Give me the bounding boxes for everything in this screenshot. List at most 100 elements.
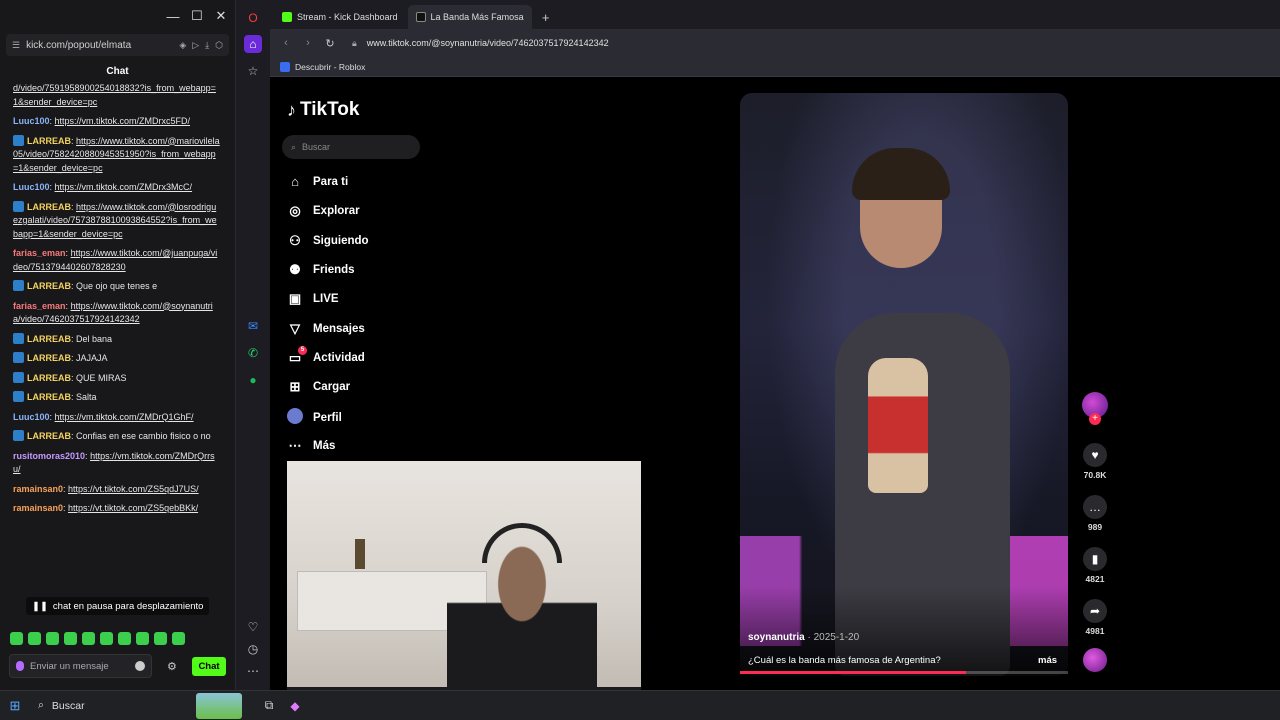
- sound-disc[interactable]: [1083, 648, 1107, 672]
- maximize-icon[interactable]: ☐: [185, 4, 209, 28]
- bookmark-icon[interactable]: ▮: [1083, 547, 1107, 571]
- nav-para-ti[interactable]: ⌂ Para ti: [287, 174, 348, 189]
- mic-icon[interactable]: [16, 661, 24, 671]
- chat-username[interactable]: LARREAB: [27, 202, 71, 212]
- chat-username[interactable]: Luuc100: [13, 116, 50, 126]
- video-progress-bar[interactable]: [740, 671, 1068, 674]
- video-author[interactable]: soynanutria: [748, 632, 805, 643]
- search-input[interactable]: ⌕ Buscar: [282, 135, 420, 159]
- chat-messages[interactable]: d/video/7591958900254018832?is_from_weba…: [0, 82, 228, 598]
- tab-kick-dashboard[interactable]: Stream - Kick Dashboard: [274, 5, 406, 29]
- search-highlight-image[interactable]: [196, 692, 242, 719]
- settings-gear-icon[interactable]: ⚙: [167, 660, 177, 673]
- nav-cargar[interactable]: ⊞ Cargar: [287, 379, 351, 395]
- chat-send-button[interactable]: Chat: [192, 657, 226, 676]
- nav-siguiendo[interactable]: ⚇ Siguiendo: [287, 233, 368, 249]
- bookmark-roblox[interactable]: Descubrir - Roblox: [295, 62, 365, 72]
- chat-username[interactable]: ramainsan0: [13, 503, 63, 513]
- whatsapp-icon[interactable]: ✆: [244, 344, 262, 362]
- lock-icon[interactable]: 🔒︎: [352, 38, 357, 49]
- chat-username[interactable]: Luuc100: [13, 182, 50, 192]
- address-bar[interactable]: www.tiktok.com/@soynanutria/video/746203…: [367, 38, 609, 48]
- nav-explorar[interactable]: ◎ Explorar: [287, 203, 359, 219]
- emote-icon[interactable]: [100, 632, 113, 645]
- nav-friends[interactable]: ⚉ Friends: [287, 262, 354, 278]
- spotify-icon[interactable]: ●: [244, 371, 262, 389]
- chat-username[interactable]: LARREAB: [27, 431, 71, 441]
- chat-link[interactable]: https://vt.tiktok.com/ZS5qebBKk/: [68, 503, 198, 513]
- nav-live[interactable]: ▣ LIVE: [287, 291, 339, 307]
- chat-username[interactable]: LARREAB: [27, 353, 71, 363]
- back-icon[interactable]: ‹: [280, 37, 292, 49]
- chat-message-input[interactable]: Enviar un mensaje: [9, 654, 152, 678]
- comment-action[interactable]: … 989: [1081, 495, 1109, 532]
- emote-icon[interactable]: [64, 632, 77, 645]
- chat-username[interactable]: farias_eman: [13, 248, 66, 258]
- chat-username[interactable]: LARREAB: [27, 136, 71, 146]
- video-more-link[interactable]: más: [1038, 655, 1057, 666]
- share-action[interactable]: ➦ 4981: [1081, 599, 1109, 636]
- emote-icon[interactable]: [172, 632, 185, 645]
- home-icon[interactable]: ⌂: [244, 35, 262, 53]
- messenger-icon[interactable]: ✉: [244, 317, 262, 335]
- chat-username[interactable]: Luuc100: [13, 412, 50, 422]
- nav-actividad[interactable]: ▭ 5 Actividad: [287, 346, 365, 366]
- video-author-line[interactable]: soynanutria · 2025-1-20: [748, 632, 859, 643]
- chat-username[interactable]: LARREAB: [27, 334, 71, 344]
- minimize-icon[interactable]: —: [161, 4, 185, 28]
- chat-username[interactable]: LARREAB: [27, 281, 71, 291]
- emote-icon[interactable]: [82, 632, 95, 645]
- chat-username[interactable]: LARREAB: [27, 373, 71, 383]
- download-icon[interactable]: ⤓: [205, 40, 209, 51]
- extension-icon[interactable]: ⬡: [215, 40, 223, 51]
- opera-logo-icon[interactable]: O: [244, 9, 262, 27]
- chat-username[interactable]: ramainsan0: [13, 484, 63, 494]
- chat-link[interactable]: d/video/7591958900254018832?is_from_weba…: [13, 83, 216, 107]
- forward-icon[interactable]: ›: [302, 37, 314, 49]
- heart-icon[interactable]: ♡: [244, 618, 262, 636]
- chat-link[interactable]: https://vm.tiktok.com/ZMDrx3McC/: [55, 182, 193, 192]
- bookmark-star-icon[interactable]: ☆: [244, 62, 262, 80]
- send-page-icon[interactable]: ▷: [192, 40, 199, 51]
- emote-icon[interactable]: [28, 632, 41, 645]
- follow-plus-icon[interactable]: +: [1089, 413, 1101, 425]
- chat-link[interactable]: https://vm.tiktok.com/ZMDrxc5FD/: [55, 116, 191, 126]
- user-badge-icon: [13, 332, 24, 344]
- task-view-icon[interactable]: ⧉: [256, 693, 282, 719]
- close-icon[interactable]: ✕: [209, 4, 233, 28]
- nav-perfil[interactable]: Perfil: [287, 408, 342, 427]
- save-action[interactable]: ▮ 4821: [1081, 547, 1109, 584]
- shield-icon[interactable]: ◈: [179, 40, 186, 51]
- video-player[interactable]: [740, 93, 1068, 676]
- like-action[interactable]: ♥ 70.8K: [1081, 443, 1109, 480]
- emote-icon[interactable]: [46, 632, 59, 645]
- chat-link[interactable]: https://vm.tiktok.com/ZMDrQ1GhF/: [55, 412, 194, 422]
- tab-tiktok[interactable]: La Banda Más Famosa: [407, 5, 532, 29]
- nav-mensajes[interactable]: ▽ Mensajes: [287, 321, 365, 337]
- windows-start-icon[interactable]: ⊞: [0, 691, 30, 720]
- comment-icon[interactable]: …: [1083, 495, 1107, 519]
- emote-icon[interactable]: [136, 632, 149, 645]
- more-icon[interactable]: ⋯: [244, 662, 262, 680]
- new-tab-button[interactable]: +: [538, 9, 554, 25]
- chat-username[interactable]: LARREAB: [27, 392, 71, 402]
- chat-username[interactable]: rusitomoras2010: [13, 451, 85, 461]
- more-icon: ⋯: [288, 438, 302, 453]
- emoji-icon[interactable]: [135, 661, 145, 671]
- emote-icon[interactable]: [10, 632, 23, 645]
- nav-mas[interactable]: ⋯ Más: [287, 438, 336, 454]
- history-icon[interactable]: ◷: [244, 640, 262, 658]
- share-icon[interactable]: ➦: [1083, 599, 1107, 623]
- chat-link[interactable]: https://vt.tiktok.com/ZS5qdJ7US/: [68, 484, 199, 494]
- emote-icon[interactable]: [118, 632, 131, 645]
- tiktok-logo[interactable]: ♪ TikTok: [287, 99, 359, 121]
- emote-icon[interactable]: [154, 632, 167, 645]
- chat-url-bar[interactable]: ☰ kick.com/popout/elmata ◈ ▷ ⤓ ⬡: [6, 34, 229, 56]
- reload-icon[interactable]: ↻: [324, 37, 336, 50]
- chat-paused-banner[interactable]: ❚❚ chat en pausa para desplazamiento: [26, 597, 210, 615]
- heart-icon[interactable]: ♥: [1083, 443, 1107, 467]
- site-info-icon[interactable]: ☰: [12, 40, 20, 51]
- creator-avatar[interactable]: +: [1082, 392, 1108, 425]
- chat-username[interactable]: farias_eman: [13, 301, 66, 311]
- copilot-icon[interactable]: ◆: [282, 693, 308, 719]
